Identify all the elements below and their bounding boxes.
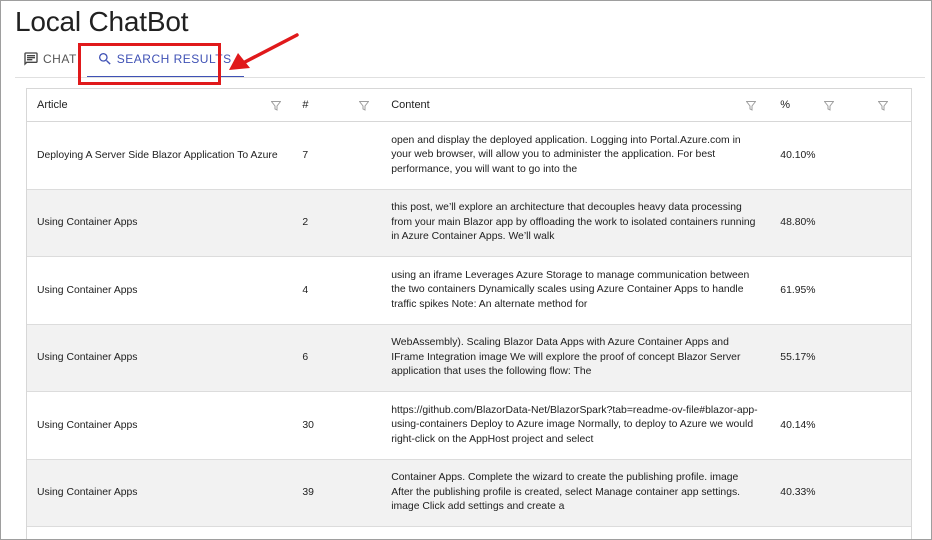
cell-percent: 40.33% [780, 487, 816, 499]
cell-content: open and display the deployed applicatio… [391, 134, 741, 175]
cell-percent: 40.14% [780, 419, 816, 431]
cell-percent: 40.10% [780, 149, 816, 161]
table-row[interactable]: Using Container Apps 4 using an iframe L… [27, 257, 911, 325]
cell-article: Using Container Apps [37, 284, 138, 296]
cell-extra [829, 392, 911, 459]
cell-number: 7 [302, 149, 309, 161]
cell-extra [829, 460, 911, 527]
cell-percent: 61.95% [780, 284, 816, 296]
filter-icon[interactable] [359, 101, 370, 111]
chat-icon [23, 51, 39, 67]
page-title: Local ChatBot [15, 6, 189, 37]
tab-chat[interactable]: CHAT [15, 41, 85, 77]
table-row[interactable]: Using Container Apps 6 WebAssembly). Sca… [27, 324, 911, 392]
column-header-percent[interactable]: % [770, 89, 835, 121]
cell-percent: 55.17% [780, 352, 816, 364]
column-header-extra[interactable] [829, 89, 911, 121]
cell-extra [829, 257, 911, 324]
column-header-content[interactable]: Content [381, 89, 770, 121]
cell-article: Deploying A Server Side Blazor Applicati… [37, 149, 278, 161]
cell-number: 4 [302, 284, 309, 296]
cell-content: Container Apps. Complete the wizard to c… [391, 472, 741, 512]
annotation-highlight-box [78, 43, 221, 85]
filter-icon[interactable] [271, 101, 281, 111]
table-row[interactable]: Using Container Apps 2 this post, we’ll … [27, 189, 911, 257]
cell-percent: 48.80% [780, 217, 816, 229]
table-row[interactable]: Using Container Apps 30 https://github.c… [27, 392, 911, 460]
cell-content: https://github.com/BlazorData-Net/Blazor… [391, 404, 758, 445]
filter-icon[interactable] [878, 101, 889, 111]
table-row[interactable]: Deploying A Server Side Blazor Applicati… [27, 122, 911, 190]
cell-article: Using Container Apps [37, 352, 138, 364]
cell-article: Using Container Apps [37, 419, 138, 431]
grid-header: Article # Content % [27, 89, 911, 122]
column-header-article[interactable]: Article [27, 89, 292, 121]
app-window: Local ChatBot CHAT SEARCH RESULTS Articl… [0, 0, 932, 540]
cell-extra [829, 325, 911, 392]
cell-content: this post, we’ll explore an architecture… [391, 202, 756, 242]
cell-number: 30 [302, 419, 314, 431]
annotation-arrow-icon [229, 33, 299, 70]
cell-extra [829, 122, 911, 189]
filter-icon[interactable] [746, 101, 757, 111]
cell-article: Using Container Apps [37, 217, 138, 229]
column-header-number[interactable]: # [292, 89, 381, 121]
cell-article: Using Container Apps [37, 487, 138, 499]
search-results-grid: Article # Content % Deploying A Server S… [26, 88, 912, 539]
cell-number: 6 [302, 352, 309, 364]
cell-number: 2 [302, 217, 309, 229]
cell-content: WebAssembly). Scaling Blazor Data Apps w… [391, 337, 741, 377]
cell-content: using an iframe Leverages Azure Storage … [391, 269, 750, 310]
cell-extra [829, 190, 911, 257]
cell-number: 39 [302, 487, 314, 499]
table-row[interactable]: Using Container Apps 39 Container Apps. … [27, 459, 911, 527]
tab-chat-label: CHAT [43, 52, 77, 66]
